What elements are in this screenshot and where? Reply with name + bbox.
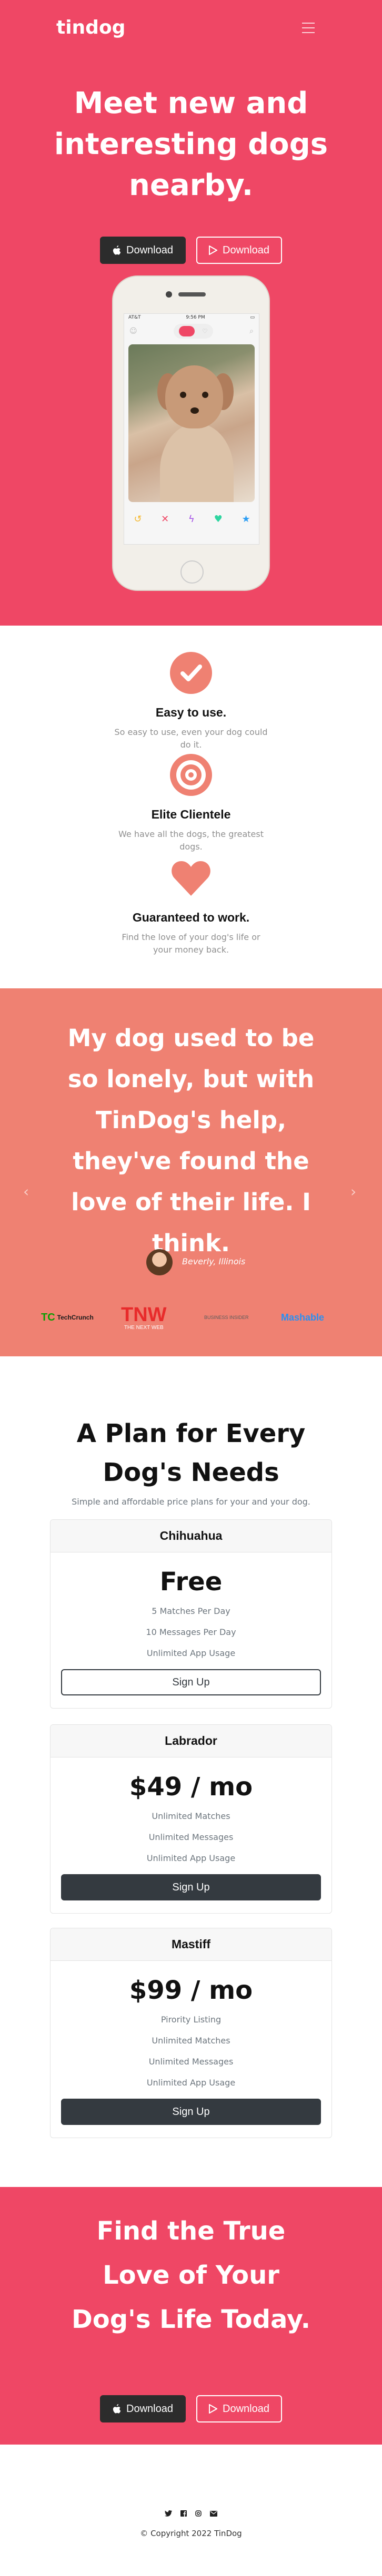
rewind-icon: ↺ bbox=[134, 514, 142, 525]
feature-title: Easy to use. bbox=[155, 706, 227, 719]
google-play-download-button[interactable]: Download bbox=[196, 2395, 282, 2422]
google-play-download-button[interactable]: Download bbox=[196, 237, 282, 264]
instagram-icon[interactable] bbox=[195, 2510, 202, 2519]
facebook-icon[interactable] bbox=[180, 2510, 187, 2519]
google-play-download-label: Download bbox=[223, 2403, 269, 2415]
tnw-logo: TNW THE NEXT WEB bbox=[121, 1303, 167, 1331]
testimonial-quote: My dog used to be so lonely, but with Ti… bbox=[67, 1024, 315, 1257]
feature-text: Find the love of your dog's life or your… bbox=[122, 932, 260, 955]
sign-up-button[interactable]: Sign Up bbox=[61, 2099, 321, 2125]
mashable-logo: Mashable bbox=[281, 1312, 325, 1323]
sign-up-button[interactable]: Sign Up bbox=[61, 1874, 321, 1900]
like-icon: ♥ bbox=[214, 514, 223, 525]
business-insider-logo: BUSINESS INSIDER bbox=[204, 1315, 249, 1320]
plan-feature: Unlimited Messages bbox=[148, 2057, 234, 2067]
nope-icon: ✕ bbox=[161, 514, 169, 525]
plan-feature: Unlimited App Usage bbox=[146, 1648, 236, 1658]
plan-name: Mastiff bbox=[51, 1928, 331, 1961]
pricing-heading: A Plan for Every Dog's Needs bbox=[76, 1419, 306, 1487]
flame-tab-icon bbox=[179, 326, 195, 336]
apple-download-label: Download bbox=[126, 2403, 173, 2415]
phone-screen: AT&T 9:56 PM ▭ ☺ ♡ ⌕ ↺ ✕ ϟ ♥ ★ bbox=[124, 313, 259, 545]
apple-icon bbox=[113, 2404, 121, 2414]
brand-logo[interactable]: tindog bbox=[56, 17, 125, 38]
cta-heading: Find the True Love of Your Dog's Life To… bbox=[71, 2216, 311, 2334]
press-logos: TC TechCrunch TNW THE NEXT WEB BUSINESS … bbox=[0, 1302, 382, 1333]
cta-section: Find the True Love of Your Dog's Life To… bbox=[0, 2187, 382, 2445]
apple-icon bbox=[113, 246, 121, 255]
footer: © Copyright 2022 TinDog bbox=[0, 2445, 382, 2576]
carousel-prev-icon[interactable]: ‹ bbox=[23, 1183, 29, 1200]
phone-time: 9:56 PM bbox=[186, 315, 205, 320]
feature-easy: Easy to use. So easy to use, even your d… bbox=[112, 652, 270, 751]
apple-download-label: Download bbox=[126, 244, 173, 256]
google-play-icon bbox=[209, 246, 217, 255]
pricing-section: A Plan for Every Dog's Needs Simple and … bbox=[0, 1356, 382, 2187]
twitter-icon[interactable] bbox=[165, 2510, 172, 2519]
navbar-toggler-icon[interactable] bbox=[302, 23, 315, 33]
testimonials-section: My dog used to be so lonely, but with Ti… bbox=[0, 988, 382, 1356]
profile-icon: ☺ bbox=[129, 327, 137, 335]
feature-text: We have all the dogs, the greatest dogs. bbox=[118, 829, 264, 852]
plan-feature: 5 Matches Per Day bbox=[152, 1606, 230, 1616]
pricing-card-mastiff: Mastiff $99 / mo Pirority Listing Unlimi… bbox=[50, 1928, 332, 2138]
testimonial-avatar bbox=[146, 1249, 173, 1275]
carousel-next-icon[interactable]: › bbox=[350, 1183, 356, 1200]
plan-name: Chihuahua bbox=[51, 1520, 331, 1552]
apple-download-button[interactable]: Download bbox=[100, 2395, 186, 2422]
google-play-icon bbox=[209, 2404, 217, 2414]
pricing-card-labrador: Labrador $49 / mo Unlimited Matches Unli… bbox=[50, 1724, 332, 1914]
search-icon: ⌕ bbox=[249, 327, 254, 335]
google-play-download-label: Download bbox=[223, 244, 269, 256]
phone-camera bbox=[166, 291, 172, 298]
social-links bbox=[0, 2510, 382, 2519]
plan-feature: Pirority Listing bbox=[160, 2015, 222, 2025]
features-section: Easy to use. So easy to use, even your d… bbox=[0, 626, 382, 988]
navbar: tindog bbox=[0, 0, 382, 58]
plan-price: $99 / mo bbox=[129, 1976, 253, 2005]
envelope-icon[interactable] bbox=[210, 2510, 217, 2519]
apple-download-button[interactable]: Download bbox=[100, 237, 186, 264]
feature-guaranteed: Guaranteed to work. Find the love of you… bbox=[112, 857, 270, 956]
bullseye-icon bbox=[170, 754, 212, 796]
hero-download-buttons: Download Download bbox=[0, 237, 382, 264]
plan-feature: Unlimited Matches bbox=[152, 2036, 230, 2046]
pricing-card-chihuahua: Chihuahua Free 5 Matches Per Day 10 Mess… bbox=[50, 1519, 332, 1709]
feature-elite: Elite Clientele We have all the dogs, th… bbox=[112, 754, 270, 853]
check-circle-icon bbox=[170, 652, 212, 694]
dog-photo bbox=[128, 344, 255, 502]
plan-feature: 10 Messages Per Day bbox=[146, 1627, 236, 1637]
swipe-actions: ↺ ✕ ϟ ♥ ★ bbox=[124, 514, 259, 525]
app-tab-pill: ♡ bbox=[174, 324, 213, 339]
feature-title: Elite Clientele bbox=[151, 807, 231, 821]
pricing-subheading: Simple and affordable price plans for yo… bbox=[72, 1497, 310, 1507]
testimonial-cite: Beverly, Illinois bbox=[182, 1256, 246, 1266]
title-section: tindog Meet new and interesting dogs nea… bbox=[0, 0, 382, 626]
cta-download-buttons: Download Download bbox=[0, 2395, 382, 2422]
plan-feature: Unlimited App Usage bbox=[146, 1853, 236, 1863]
plan-feature: Unlimited Matches bbox=[152, 1811, 230, 1821]
app-tab-bar: ☺ ♡ ⌕ bbox=[124, 322, 259, 340]
phone-home-button bbox=[180, 560, 204, 584]
feature-title: Guaranteed to work. bbox=[132, 911, 250, 924]
heart-tab-icon: ♡ bbox=[202, 328, 208, 335]
sign-up-button[interactable]: Sign Up bbox=[61, 1669, 321, 1695]
boost-icon: ϟ bbox=[188, 514, 195, 525]
phone-status-bar: AT&T 9:56 PM ▭ bbox=[124, 314, 259, 322]
battery-icon: ▭ bbox=[250, 315, 255, 320]
hero-heading: Meet new and interesting dogs nearby. bbox=[54, 86, 328, 202]
plan-price: $49 / mo bbox=[129, 1772, 253, 1802]
feature-text: So easy to use, even your dog could do i… bbox=[114, 727, 268, 750]
techcrunch-logo: TC TechCrunch bbox=[41, 1311, 94, 1323]
plan-price: Free bbox=[159, 1567, 223, 1597]
copyright-text: © Copyright 2022 TinDog bbox=[140, 2529, 242, 2538]
phone-speaker bbox=[178, 292, 206, 297]
heart-icon bbox=[170, 857, 212, 899]
iphone-mockup: AT&T 9:56 PM ▭ ☺ ♡ ⌕ ↺ ✕ ϟ ♥ ★ bbox=[112, 275, 270, 591]
plan-name: Labrador bbox=[51, 1725, 331, 1757]
plan-feature: Unlimited App Usage bbox=[146, 2078, 236, 2088]
plan-feature: Unlimited Messages bbox=[148, 1832, 234, 1842]
super-like-icon: ★ bbox=[242, 514, 250, 525]
phone-carrier: AT&T bbox=[128, 315, 141, 320]
